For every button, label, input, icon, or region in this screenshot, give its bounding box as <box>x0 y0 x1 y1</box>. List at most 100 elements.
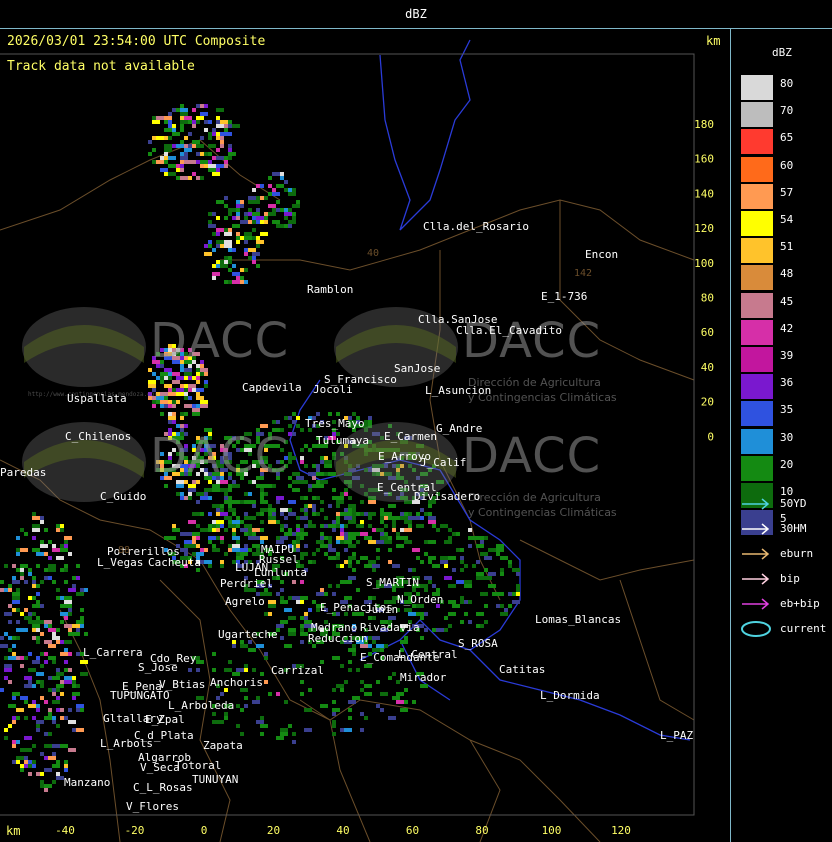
radar-echo-cell <box>64 716 68 720</box>
radar-echo-cell <box>264 216 268 220</box>
radar-echo-cell <box>180 176 188 180</box>
radar-echo-cell <box>420 636 424 640</box>
radar-echo-cell <box>36 724 40 728</box>
radar-echo-cell <box>64 680 72 684</box>
radar-echo-cell <box>32 700 36 704</box>
radar-echo-cell <box>48 564 56 568</box>
radar-echo-cell <box>152 120 160 124</box>
radar-echo-cell <box>184 160 192 164</box>
radar-echo-cell <box>44 640 52 644</box>
radar-echo-cell <box>368 616 372 620</box>
radar-echo-cell <box>320 456 324 460</box>
radar-echo-cell <box>184 152 188 156</box>
place-label: Manzano <box>64 776 111 789</box>
radar-echo-cell <box>480 612 484 616</box>
dbz-swatch <box>741 455 773 481</box>
radar-echo-cell <box>64 624 72 628</box>
radar-echo-cell <box>500 556 508 560</box>
radar-echo-cell <box>32 576 36 580</box>
radar-echo-cell <box>352 544 356 548</box>
radar-echo-cell <box>352 532 360 536</box>
radar-echo-cell <box>8 636 12 640</box>
radar-echo-cell <box>208 136 212 140</box>
radar-echo-cell <box>12 608 16 612</box>
place-label: Mirador <box>400 671 447 684</box>
radar-echo-cell <box>244 696 248 700</box>
radar-echo-cell <box>68 608 72 612</box>
radar-echo-cell <box>44 784 52 788</box>
radar-echo-cell <box>168 164 176 168</box>
radar-echo-cell <box>496 544 504 548</box>
radar-echo-cell <box>8 588 12 592</box>
radar-echo-cell <box>356 560 360 564</box>
place-label: Uspallata <box>67 392 127 405</box>
radar-echo-cell <box>228 120 232 124</box>
radar-echo-cell <box>372 640 376 644</box>
radar-echo-cell <box>188 132 192 136</box>
radar-echo-cell <box>460 556 464 560</box>
radar-echo-cell <box>324 524 328 528</box>
radar-echo-cell <box>192 172 196 176</box>
radar-echo-cell <box>28 652 32 656</box>
radar-echo-cell <box>224 160 228 164</box>
radar-echo-cell <box>332 592 336 596</box>
dacc-watermark-logo: DACC http://www.contingencias.mendoza.go… <box>20 303 320 413</box>
radar-echo-cell <box>228 212 232 216</box>
radar-echo-cell <box>80 708 84 712</box>
radar-echo-cell <box>168 112 172 116</box>
radar-echo-cell <box>352 568 356 572</box>
track-legend-label: 30HM <box>780 522 807 535</box>
radar-echo-cell <box>4 612 12 616</box>
radar-echo-cell <box>228 228 232 232</box>
radar-echo-cell <box>44 576 48 580</box>
radar-echo-cell <box>288 628 296 632</box>
radar-echo-cell <box>480 552 484 556</box>
radar-echo-cell <box>212 548 220 552</box>
radar-echo-cell <box>332 720 336 724</box>
radar-echo-cell <box>24 676 32 680</box>
radar-echo-cell <box>208 220 212 224</box>
radar-echo-cell <box>356 668 360 672</box>
radar-echo-cell <box>284 532 292 536</box>
radar-echo-cell <box>480 576 484 580</box>
place-label: V_Btias <box>159 678 206 691</box>
radar-echo-cell <box>332 528 336 532</box>
radar-echo-cell <box>300 552 308 556</box>
radar-echo-cell <box>376 556 380 560</box>
radar-echo-cell <box>16 716 20 720</box>
radar-echo-cell <box>220 720 224 724</box>
radar-echo-cell <box>332 700 336 704</box>
radar-echo-cell <box>8 724 12 728</box>
radar-echo-cell <box>36 672 44 676</box>
radar-echo-cell <box>356 588 360 592</box>
dbz-swatch <box>741 265 773 291</box>
radar-echo-cell <box>56 588 60 592</box>
radar-echo-cell <box>252 260 256 264</box>
radar-echo-cell <box>24 616 32 620</box>
radar-echo-cell <box>388 536 392 540</box>
place-label: Catitas <box>499 663 546 676</box>
radar-echo-cell <box>208 540 212 544</box>
radar-echo-cell <box>32 628 36 632</box>
place-label: E_Zpal <box>145 713 185 726</box>
radar-echo-cell <box>296 532 304 536</box>
radar-echo-cell <box>380 532 384 536</box>
radar-echo-cell <box>228 280 232 284</box>
radar-echo-cell <box>240 528 248 532</box>
radar-echo-cell <box>500 604 504 608</box>
radar-echo-cell <box>36 680 40 684</box>
radar-echo-cell <box>360 728 364 732</box>
radar-echo-cell <box>192 532 200 536</box>
radar-echo-cell <box>292 192 296 196</box>
radar-echo-cell <box>308 560 312 564</box>
radar-echo-cell <box>72 624 80 628</box>
radar-echo-cell <box>448 612 456 616</box>
radar-echo-cell <box>60 708 64 712</box>
radar-echo-cell <box>240 268 244 272</box>
radar-echo-cell <box>332 688 336 692</box>
radar-echo-cell <box>332 708 340 712</box>
watermark-brand: DACC <box>150 313 290 369</box>
radar-echo-cell <box>272 220 280 224</box>
radar-echo-cell <box>196 144 204 148</box>
radar-echo-cell <box>240 276 244 280</box>
